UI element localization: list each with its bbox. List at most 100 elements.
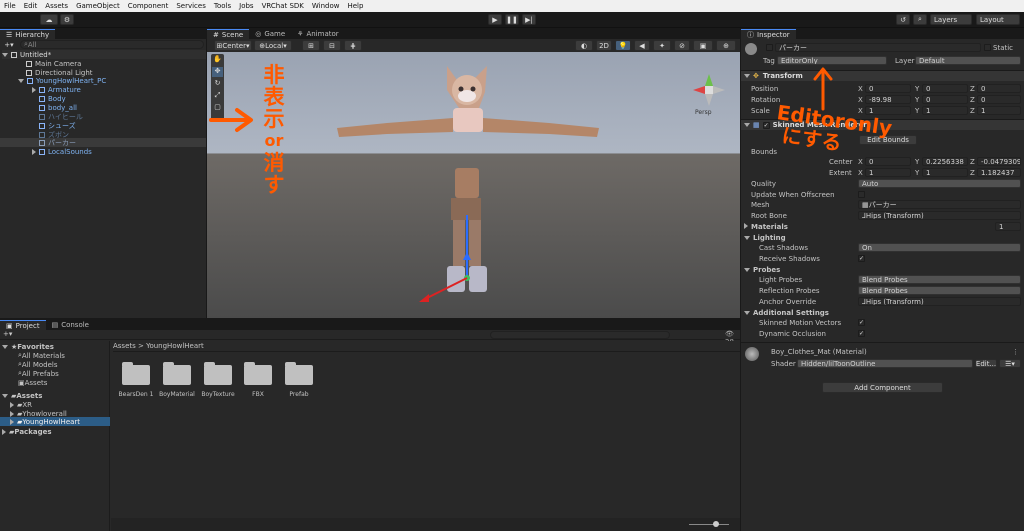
zoom-slider[interactable] <box>689 524 729 525</box>
root-bone-field[interactable]: ⅃ Hips (Transform) <box>858 211 1021 220</box>
zoom-slider-handle[interactable] <box>713 521 719 527</box>
breadcrumb-assets[interactable]: Assets <box>113 342 136 350</box>
fav-assets[interactable]: ▣ Assets <box>18 378 47 387</box>
hierarchy-item-main-camera[interactable]: Main Camera <box>26 59 81 68</box>
assets-header[interactable]: ▰ Assets <box>2 391 42 400</box>
shader-dropdown[interactable]: Hidden/lilToonOutline <box>797 359 973 368</box>
scene-gizmo[interactable]: Persp <box>689 70 729 120</box>
pause-button[interactable]: ❚❚ <box>505 14 519 25</box>
space-dropdown[interactable]: ⊕ Local ▾ <box>254 40 292 51</box>
lighting-icon[interactable]: 💡 <box>615 40 631 51</box>
shader-list-icon[interactable]: ☰▾ <box>999 359 1021 368</box>
breadcrumb-younghowlheart[interactable]: YoungHowlHeart <box>146 342 204 350</box>
tab-console[interactable]: ▤ Console <box>46 320 95 330</box>
collab-icon[interactable]: ⚙ <box>60 14 74 25</box>
extent-z[interactable]: 1.182437 <box>977 168 1021 177</box>
tab-inspector[interactable]: ⓘ Inspector <box>741 29 796 39</box>
menu-tools[interactable]: Tools <box>214 2 231 10</box>
play-button[interactable]: ▶ <box>488 14 502 25</box>
layer-dropdown[interactable]: Default <box>915 56 1021 65</box>
mesh-field[interactable]: ▦ パーカー <box>858 200 1021 209</box>
menu-vrchat-sdk[interactable]: VRChat SDK <box>262 2 304 10</box>
tab-project[interactable]: ▣ Project <box>0 320 46 330</box>
receive-shadows-checkbox[interactable]: ✓ <box>858 255 865 262</box>
menu-gameobject[interactable]: GameObject <box>76 2 120 10</box>
project-search[interactable] <box>490 331 670 339</box>
static-checkbox[interactable] <box>984 44 991 51</box>
layout-dropdown[interactable]: Layout <box>976 14 1020 25</box>
menu-edit[interactable]: Edit <box>24 2 38 10</box>
scene-viewport[interactable]: ✋ ✥ ↻ ⤢ ▢ Persp 非 表 示 or 消 す <box>207 52 740 318</box>
folder-icon[interactable] <box>163 362 191 385</box>
hierarchy-item-hoodie-selected[interactable]: パーカー <box>0 138 206 147</box>
effects-icon[interactable]: ✦ <box>653 40 671 51</box>
add-component-button[interactable]: Add Component <box>822 382 943 393</box>
fav-all-prefabs[interactable]: ⌕ All Prefabs <box>18 369 59 378</box>
extent-x[interactable]: 1 <box>865 168 911 177</box>
fav-all-models[interactable]: ⌕ All Models <box>18 360 58 369</box>
hierarchy-item-younghowlheart[interactable]: YoungHowlHeart_PC <box>18 76 106 85</box>
move-tool-icon[interactable]: ✥ <box>212 67 223 77</box>
active-checkbox[interactable] <box>766 44 773 51</box>
audio-icon[interactable]: ◀ <box>634 40 650 51</box>
materials-foldout[interactable]: Materials <box>744 223 788 231</box>
fav-all-materials[interactable]: ⌕ All Materials <box>18 351 65 360</box>
cloud-icon[interactable]: ☁ <box>40 14 58 25</box>
quality-dropdown[interactable]: Auto <box>858 179 1021 188</box>
smr-enabled-checkbox[interactable]: ✓ <box>762 121 770 129</box>
scale-z[interactable]: 1 <box>977 106 1021 115</box>
layers-dropdown[interactable]: Layers <box>930 14 972 25</box>
hidden-icon[interactable]: ⊘ <box>674 40 690 51</box>
light-probes-dropdown[interactable]: Blend Probes <box>858 275 1021 284</box>
center-z[interactable]: -0.04793096 <box>977 157 1021 166</box>
dynamic-occlusion-checkbox[interactable]: ✓ <box>858 330 865 337</box>
tab-game[interactable]: ◎ Game <box>249 29 291 39</box>
folder-icon[interactable] <box>285 362 313 385</box>
scale-y[interactable]: 1 <box>922 106 968 115</box>
rotation-x[interactable]: -89.98 <box>865 95 911 104</box>
update-offscreen-checkbox[interactable] <box>858 191 865 198</box>
position-z[interactable]: 0 <box>977 84 1021 93</box>
rotate-tool-icon[interactable]: ↻ <box>212 79 223 89</box>
cast-shadows-dropdown[interactable]: On <box>858 243 1021 252</box>
search-icon[interactable]: ⌕ <box>913 14 927 25</box>
position-y[interactable]: 0 <box>922 84 968 93</box>
folder-icon[interactable] <box>122 362 150 385</box>
folder-xr[interactable]: ▰ XR <box>10 400 32 409</box>
grid-icon[interactable]: ⊞ <box>302 40 320 51</box>
menu-help[interactable]: Help <box>347 2 363 10</box>
probes-foldout[interactable]: Probes <box>744 266 780 274</box>
folder-icon[interactable] <box>204 362 232 385</box>
tab-hierarchy[interactable]: ☰ Hierarchy <box>0 29 56 39</box>
folder-younghowlheart-selected[interactable]: ▰ YoungHowlHeart <box>0 417 110 426</box>
motion-vectors-checkbox[interactable]: ✓ <box>858 319 865 326</box>
hierarchy-item-body[interactable]: Body <box>39 94 66 103</box>
materials-count[interactable]: 1 <box>995 222 1021 231</box>
extent-y[interactable]: 1 <box>922 168 968 177</box>
tab-scene[interactable]: # Scene <box>207 29 250 39</box>
hierarchy-search[interactable]: ⌕ All <box>20 40 204 49</box>
menu-window[interactable]: Window <box>312 2 340 10</box>
position-x[interactable]: 0 <box>865 84 911 93</box>
anchor-override-field[interactable]: ⅃ Hips (Transform) <box>858 297 1021 306</box>
camera-icon[interactable]: ▣ <box>693 40 713 51</box>
shader-edit-button[interactable]: Edit... <box>975 359 997 368</box>
transform-header[interactable]: ✥ Transform <box>741 70 1024 81</box>
step-button[interactable]: ▶| <box>522 14 536 25</box>
menu-services[interactable]: Services <box>176 2 206 10</box>
menu-component[interactable]: Component <box>128 2 169 10</box>
menu-file[interactable]: File <box>4 2 16 10</box>
menu-assets[interactable]: Assets <box>45 2 68 10</box>
material-menu-icon[interactable]: ⋮ <box>1012 348 1019 356</box>
increment-icon[interactable]: ⋕ <box>344 40 362 51</box>
hierarchy-item-armature[interactable]: Armature <box>32 85 81 94</box>
rotation-y[interactable]: 0 <box>922 95 968 104</box>
2d-toggle[interactable]: 2D <box>596 40 612 51</box>
folder-icon[interactable] <box>244 362 272 385</box>
reflection-probes-dropdown[interactable]: Blend Probes <box>858 286 1021 295</box>
menu-jobs[interactable]: Jobs <box>239 2 253 10</box>
lighting-foldout[interactable]: Lighting <box>744 234 786 242</box>
packages-header[interactable]: ▰ Packages <box>2 427 52 436</box>
create-button[interactable]: +▾ <box>2 40 16 49</box>
tab-animator[interactable]: ⚘ Animator <box>291 29 344 39</box>
